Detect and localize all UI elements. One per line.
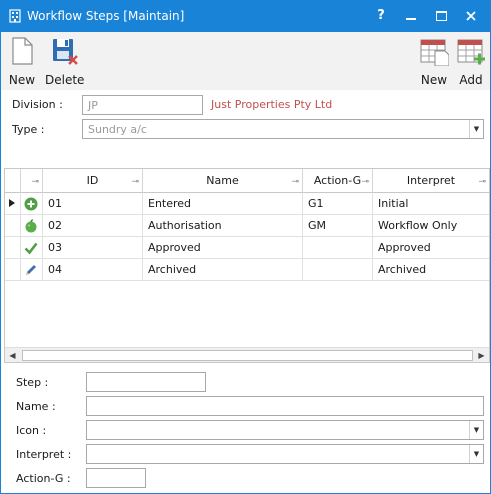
type-dropdown-arrow[interactable]: ▼ xyxy=(469,120,483,138)
scroll-left-icon[interactable]: ◀ xyxy=(5,348,20,363)
add-label: Add xyxy=(459,73,483,87)
maximize-icon xyxy=(435,11,447,21)
delete-label: Delete xyxy=(45,73,85,87)
id-cell: 04 xyxy=(43,259,143,281)
action-cell: G1 xyxy=(303,193,373,215)
current-row-indicator xyxy=(5,193,21,215)
maximize-button[interactable] xyxy=(429,6,453,26)
action-cell xyxy=(303,237,373,259)
id-cell: 03 xyxy=(43,237,143,259)
name-label: Name : xyxy=(16,400,56,413)
pin-icon[interactable]: ⊸ xyxy=(478,170,486,194)
interpret-label: Interpret : xyxy=(16,448,72,461)
window-title: Workflow Steps [Maintain] xyxy=(27,9,185,23)
action-cell: GM xyxy=(303,215,373,237)
delete-button[interactable]: Delete xyxy=(45,36,85,87)
icon-label: Icon : xyxy=(16,424,47,437)
pin-icon[interactable]: ⊸ xyxy=(131,170,139,194)
icon-dropdown-arrow[interactable]: ▼ xyxy=(469,421,483,439)
checkmark-icon xyxy=(24,242,38,255)
pencil-icon xyxy=(26,265,36,275)
building-icon xyxy=(9,9,21,23)
table-add-icon xyxy=(457,39,485,65)
apple-icon xyxy=(25,219,37,233)
division-label: Division : xyxy=(12,98,63,111)
name-cell: Authorisation xyxy=(143,215,303,237)
table-new-icon xyxy=(420,39,450,67)
id-column-header[interactable]: ID ⊸ xyxy=(43,169,143,193)
workflow-steps-window: Workflow Steps [Maintain] ? New Delete N… xyxy=(0,0,491,494)
help-button[interactable]: ? xyxy=(369,6,393,26)
save-delete-icon xyxy=(53,39,78,65)
type-combo[interactable]: Sundry a/c ▼ xyxy=(82,119,484,139)
row-indicator xyxy=(5,259,21,281)
table-row[interactable]: 01 Entered G1 Initial xyxy=(5,193,489,215)
interpret-cell: Archived xyxy=(378,263,427,276)
type-value: Sundry a/c xyxy=(88,123,147,136)
new-button[interactable]: New xyxy=(7,36,37,87)
type-label: Type : xyxy=(12,123,45,136)
action-g-label: Action-G : xyxy=(16,472,71,485)
minimize-button[interactable] xyxy=(399,6,423,26)
scroll-right-icon[interactable]: ▶ xyxy=(474,348,489,363)
horizontal-scrollbar[interactable]: ◀ ▶ xyxy=(5,347,489,362)
id-cell: 02 xyxy=(43,215,143,237)
close-icon xyxy=(466,11,476,21)
name-cell: Entered xyxy=(143,193,303,215)
workflow-steps-grid: ⊸ ID ⊸ Name ⊸ Action-G ⊸ Interpret ⊸ 01 Ente… xyxy=(4,168,490,363)
pin-icon[interactable]: ⊸ xyxy=(31,170,39,194)
new-label: New xyxy=(8,73,36,87)
scrollbar-thumb[interactable] xyxy=(22,350,473,361)
step-label: Step : xyxy=(16,376,49,389)
interpret-dropdown-arrow[interactable]: ▼ xyxy=(469,445,483,463)
row-indicator-header xyxy=(5,169,21,193)
row-arrow-icon xyxy=(9,199,15,207)
step-icon-cell xyxy=(21,237,43,259)
step-input[interactable] xyxy=(86,372,206,392)
step-icon-cell xyxy=(21,259,43,281)
interpret-combo[interactable]: ▼ xyxy=(86,444,484,464)
action-cell xyxy=(303,259,373,281)
id-cell: 01 xyxy=(43,193,143,215)
interpret-column-header[interactable]: Interpret ⊸ xyxy=(373,169,489,193)
action-g-input[interactable] xyxy=(86,468,146,488)
pin-icon[interactable]: ⊸ xyxy=(361,170,369,194)
table-row[interactable]: 03 Approved Approved xyxy=(5,237,489,259)
interpret-cell: Workflow Only xyxy=(378,219,458,232)
new-document-icon xyxy=(12,37,33,65)
grid-header: ⊸ ID ⊸ Name ⊸ Action-G ⊸ Interpret ⊸ xyxy=(5,169,489,193)
table-row[interactable]: 02 Authorisation GM Workflow Only xyxy=(5,215,489,237)
name-column-header[interactable]: Name ⊸ xyxy=(143,169,303,193)
name-input[interactable] xyxy=(86,396,484,416)
division-name: Just Properties Pty Ltd xyxy=(211,98,333,111)
name-cell: Approved xyxy=(143,237,303,259)
new-row-button[interactable]: New xyxy=(419,36,450,87)
step-icon-cell xyxy=(21,215,43,237)
icon-column-header[interactable]: ⊸ xyxy=(21,169,43,193)
action-column-header[interactable]: Action-G ⊸ xyxy=(303,169,373,193)
table-row[interactable]: 04 Archived Archived xyxy=(5,259,489,281)
interpret-cell: Initial xyxy=(378,197,409,210)
icon-combo[interactable]: ▼ xyxy=(86,420,484,440)
pin-icon[interactable]: ⊸ xyxy=(291,170,299,194)
minimize-icon xyxy=(406,18,416,20)
toolbar: New Delete New Add xyxy=(1,32,490,90)
row-indicator xyxy=(5,215,21,237)
close-button[interactable] xyxy=(459,6,483,26)
plus-circle-icon xyxy=(24,197,38,211)
name-cell: Archived xyxy=(143,259,303,281)
new-row-label: New xyxy=(420,73,448,87)
title-bar: Workflow Steps [Maintain] ? xyxy=(1,1,490,32)
division-field[interactable]: JP xyxy=(82,95,203,115)
add-button[interactable]: Add xyxy=(456,36,486,87)
step-icon-cell xyxy=(21,193,43,215)
interpret-cell: Approved xyxy=(378,241,431,254)
row-indicator xyxy=(5,237,21,259)
